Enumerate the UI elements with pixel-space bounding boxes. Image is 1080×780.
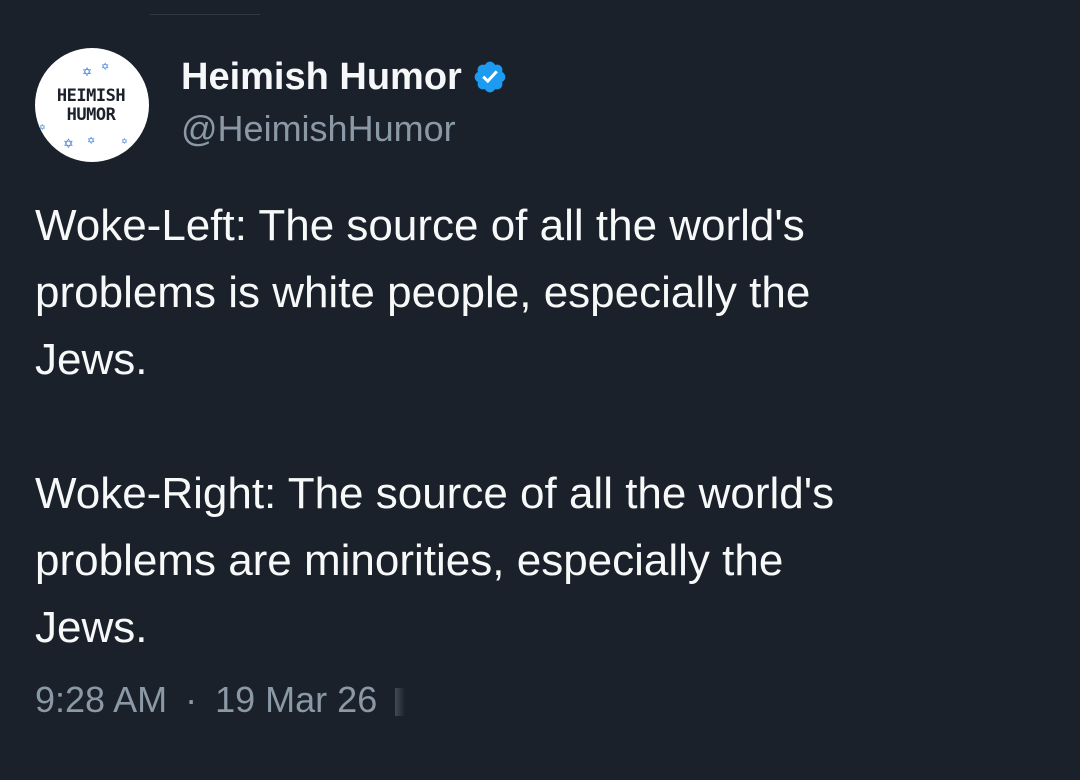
meta-fade	[395, 688, 406, 717]
paragraph-break	[35, 393, 1045, 460]
tweet-date: 19 Mar 26	[215, 679, 378, 720]
tweet-header: Heimish Humor @HeimishHumor	[181, 54, 1041, 150]
svg-text:✡: ✡	[63, 137, 74, 152]
tweet-time: 9:28 AM	[35, 679, 168, 720]
tweet-line: problems are minorities, especially the	[35, 536, 784, 585]
avatar-line1: HEIMISH	[57, 86, 125, 106]
tweet-text: Woke-Left: The source of all the world's…	[35, 192, 1045, 661]
svg-text:✡: ✡	[101, 62, 109, 73]
svg-text:✡: ✡	[87, 136, 95, 147]
svg-text:✡: ✡	[39, 123, 46, 132]
svg-text:✡: ✡	[82, 65, 92, 79]
tweet-line: Woke-Right: The source of all the world'…	[35, 469, 835, 518]
account-handle[interactable]: @HeimishHumor	[181, 108, 1041, 150]
avatar-line2: HUMOR	[67, 105, 117, 125]
meta-separator: ·	[185, 679, 198, 720]
avatar-logo: ✡ ✡ ✡ ✡ ✡ ✡ HEIMISH HUMOR	[39, 62, 128, 152]
svg-text:✡: ✡	[121, 137, 128, 146]
tweet-line: problems is white people, especially the	[35, 268, 811, 317]
display-name[interactable]: Heimish Humor	[181, 56, 462, 99]
tweet-line: Jews.	[35, 603, 148, 652]
tweet-line: Woke-Left: The source of all the world's	[35, 201, 805, 250]
verified-badge-icon[interactable]	[472, 59, 508, 95]
top-divider	[150, 14, 260, 15]
profile-avatar[interactable]: ✡ ✡ ✡ ✡ ✡ ✡ HEIMISH HUMOR	[35, 48, 149, 162]
tweet-line: Jews.	[35, 335, 148, 384]
tweet-timestamp[interactable]: 9:28 AM · 19 Mar 26	[35, 679, 406, 721]
name-row: Heimish Humor	[181, 54, 1041, 100]
